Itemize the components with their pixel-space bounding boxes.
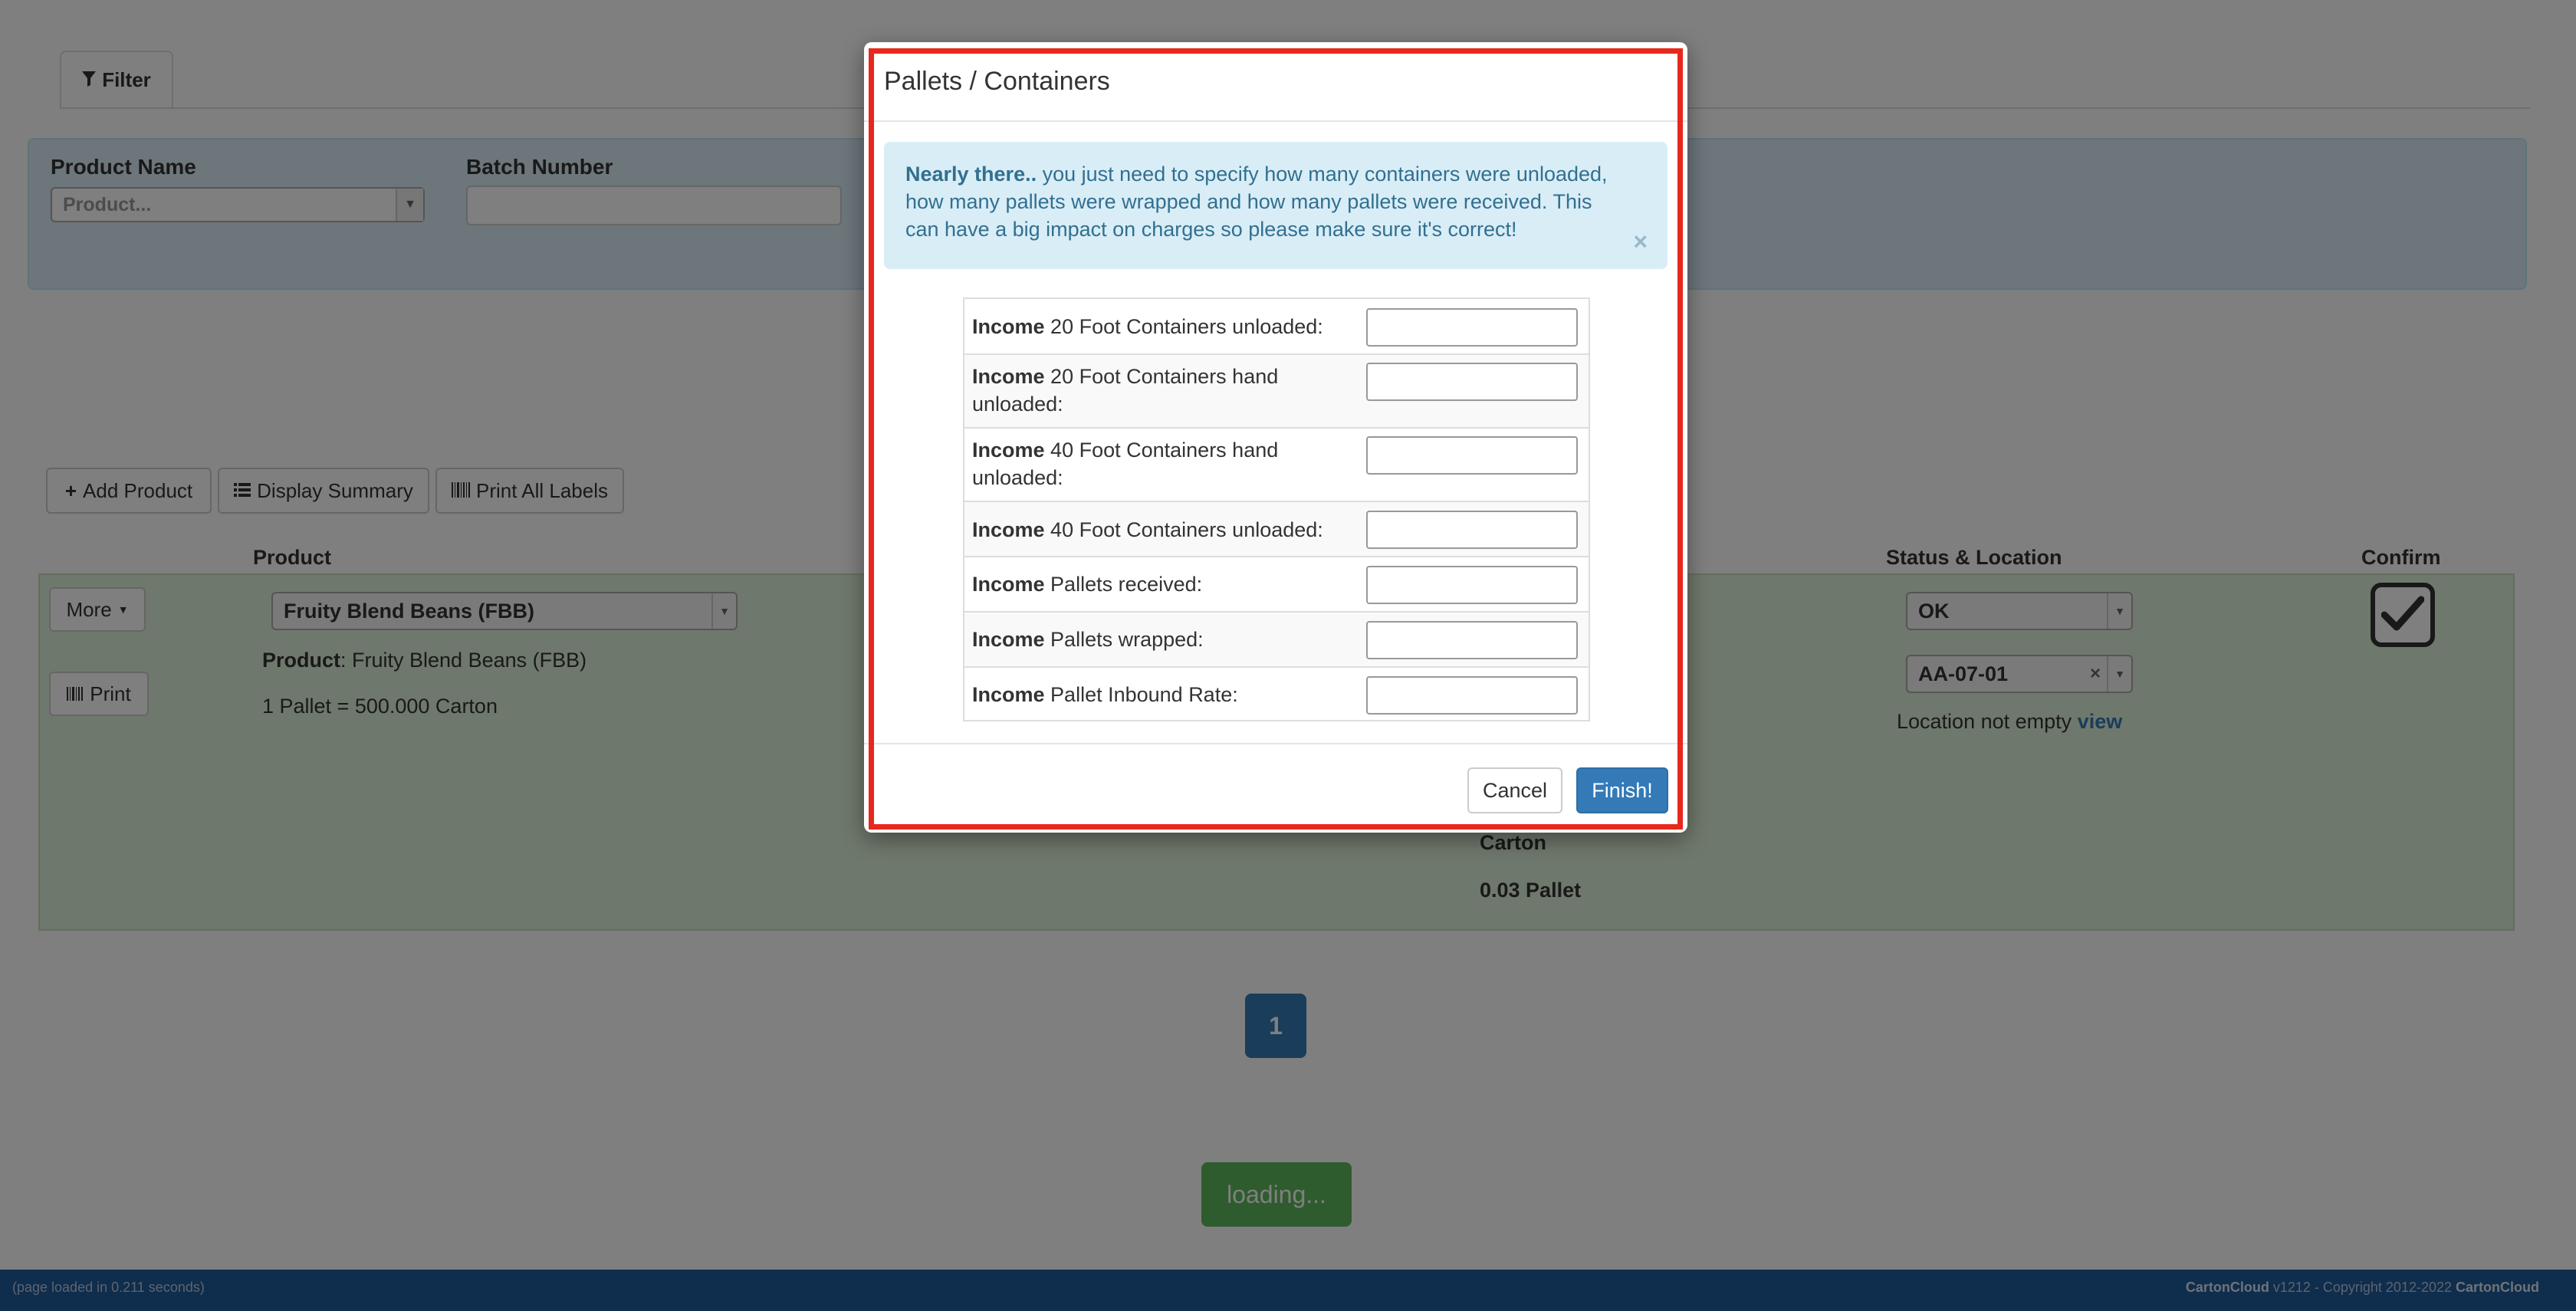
income-row: Income 40 Foot Containers hand unloaded:	[964, 427, 1589, 501]
close-icon[interactable]: ×	[1633, 228, 1648, 255]
income-row: Income Pallet Inbound Rate:	[964, 666, 1589, 720]
income-20ft-unloaded-input[interactable]	[1366, 308, 1578, 347]
income-row-label: Income Pallets received:	[972, 570, 1340, 598]
income-row: Income 20 Foot Containers hand unloaded:	[964, 353, 1589, 427]
modal-footer-divider	[864, 743, 1687, 744]
modal-title: Pallets / Containers	[884, 67, 1110, 96]
income-prefix: Income	[972, 573, 1045, 596]
income-prefix: Income	[972, 315, 1045, 338]
cancel-button[interactable]: Cancel	[1467, 767, 1562, 813]
income-row: Income Pallets received:	[964, 556, 1589, 611]
income-prefix: Income	[972, 365, 1045, 388]
finish-button[interactable]: Finish!	[1576, 767, 1668, 813]
income-pallets-received-input[interactable]	[1366, 566, 1578, 604]
income-40ft-hand-unloaded-input[interactable]	[1366, 436, 1578, 475]
income-row-label: Income Pallets wrapped:	[972, 626, 1340, 653]
info-alert: Nearly there.. you just need to specify …	[884, 142, 1668, 269]
income-row-label: Income 20 Foot Containers hand unloaded:	[972, 363, 1340, 418]
income-row-text: 40 Foot Containers unloaded:	[1050, 518, 1323, 541]
income-row: Income Pallets wrapped:	[964, 611, 1589, 666]
income-row-text: 20 Foot Containers unloaded:	[1050, 315, 1323, 338]
income-row-label: Income 40 Foot Containers unloaded:	[972, 516, 1340, 544]
income-pallets-wrapped-input[interactable]	[1366, 621, 1578, 659]
income-row-label: Income Pallet Inbound Rate:	[972, 681, 1340, 708]
income-20ft-hand-unloaded-input[interactable]	[1366, 363, 1578, 401]
income-prefix: Income	[972, 518, 1045, 541]
income-pallet-inbound-rate-input[interactable]	[1366, 676, 1578, 715]
income-40ft-unloaded-input[interactable]	[1366, 511, 1578, 549]
income-row: Income 20 Foot Containers unloaded:	[964, 299, 1589, 353]
pallets-containers-modal: Pallets / Containers Nearly there.. you …	[864, 42, 1687, 833]
income-row-text: Pallets received:	[1050, 573, 1203, 596]
income-row-text: Pallets wrapped:	[1050, 628, 1204, 651]
income-prefix: Income	[972, 439, 1045, 462]
income-prefix: Income	[972, 683, 1045, 706]
modal-header-divider	[864, 120, 1687, 122]
income-row-label: Income 20 Foot Containers unloaded:	[972, 313, 1340, 340]
income-row-label: Income 40 Foot Containers hand unloaded:	[972, 436, 1340, 491]
income-table: Income 20 Foot Containers unloaded: Inco…	[963, 297, 1590, 721]
income-row: Income 40 Foot Containers unloaded:	[964, 501, 1589, 556]
alert-bold-text: Nearly there..	[905, 163, 1037, 186]
income-prefix: Income	[972, 628, 1045, 651]
income-row-text: Pallet Inbound Rate:	[1050, 683, 1238, 706]
